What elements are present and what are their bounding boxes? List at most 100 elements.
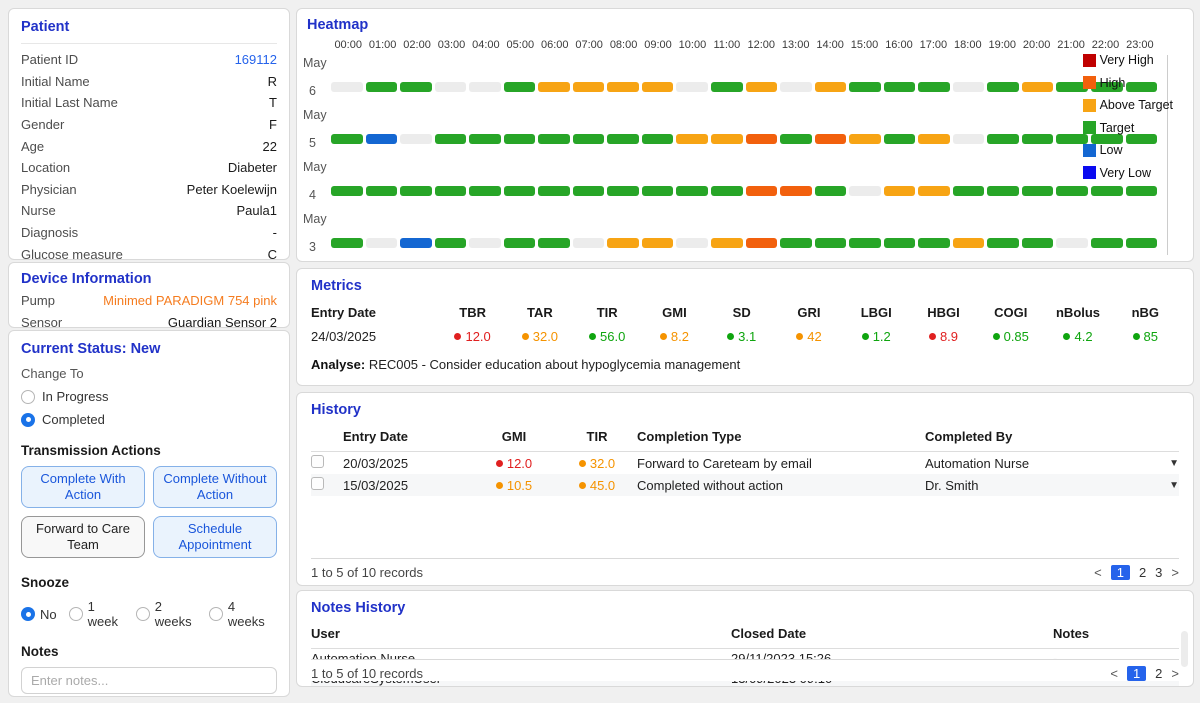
forward-to-care-team-button[interactable]: Forward to Care Team [21,516,145,558]
heatmap-hour-label: 02:00 [400,39,434,51]
heatmap-cell-none [953,82,985,92]
notes-history-next-page[interactable]: > [1171,666,1179,681]
patient-field-row: NursePaula1 [21,200,277,222]
heatmap-row-cells [331,238,1157,248]
patient-field-row: PhysicianPeter Koelewijn [21,179,277,201]
heatmap-cell-target [642,134,674,144]
heatmap-cell-target [987,186,1019,196]
history-row-gmi: 12.0 [471,456,557,471]
snooze-option-4-weeks[interactable]: 4 weeks [209,599,270,629]
status-option-in-progress[interactable]: In Progress [21,389,277,404]
schedule-appointment-button[interactable]: Schedule Appointment [153,516,277,558]
status-option-completed[interactable]: Completed [21,412,277,427]
status-option-radio-selected[interactable] [21,413,35,427]
patient-panel: Patient Patient ID169112Initial NameRIni… [8,8,290,260]
legend-item-high: High [1083,76,1173,90]
heatmap-cell-target [1056,186,1088,196]
patient-field-value[interactable]: 169112 [235,52,277,67]
heatmap-hour-label: 18:00 [951,39,985,51]
legend-item-target: Target [1083,121,1173,135]
notes-history-scrollbar[interactable] [1181,631,1188,667]
history-prev-page[interactable]: < [1094,565,1102,580]
snooze-option-radio[interactable] [69,607,83,621]
device-info-title: Device Information [21,271,277,287]
history-row-gmi: 10.5 [471,478,557,493]
metric-value-nbolus: 4.2 [1044,329,1111,344]
history-next-page[interactable]: > [1171,565,1179,580]
heatmap-cell-none [400,134,432,144]
history-page-2[interactable]: 2 [1139,565,1146,580]
legend-item-low: Low [1083,143,1173,157]
heatmap-hour-label: 16:00 [882,39,916,51]
heatmap-hour-label: 05:00 [503,39,537,51]
history-page-1[interactable]: 1 [1111,565,1130,580]
heatmap-cell-none [1056,238,1088,248]
metric-value-gmi: 8.2 [641,329,708,344]
history-row-expand-chevron-icon[interactable]: ▼ [1157,480,1179,491]
notes-history-prev-page[interactable]: < [1110,666,1118,681]
history-row-expand-chevron-icon[interactable]: ▼ [1157,458,1179,469]
heatmap-cell-target [780,238,812,248]
heatmap-cell-target [1126,238,1158,248]
heatmap-cell-target [884,238,916,248]
heatmap-rows: May6May5May4May3 [307,51,1183,259]
metric-value-tir: 56.0 [574,329,641,344]
notes-history-page-2[interactable]: 2 [1155,666,1162,681]
heatmap-hour-label: 19:00 [985,39,1019,51]
status-option-radio[interactable] [21,390,35,404]
patient-field-label: Age [21,139,44,154]
metric-value-text: 8.9 [940,329,958,344]
metrics-entry-date-value: 24/03/2025 [311,329,439,344]
heatmap-cell-target [815,238,847,248]
heatmap-cell-target [1091,238,1123,248]
history-record-count: 1 to 5 of 10 records [311,565,423,580]
snooze-option-1-week[interactable]: 1 week [69,599,124,629]
heatmap-cell-target [1126,186,1158,196]
heatmap-cell-target [400,82,432,92]
complete-without-action-button[interactable]: Complete Without Action [153,466,277,508]
notes-input[interactable] [21,667,277,694]
history-row-completion-type: Completed without action [637,478,925,493]
metrics-header-gmi: GMI [641,305,708,320]
history-row-entry-date: 20/03/2025 [343,456,471,471]
heatmap-time-axis: 00:0001:0002:0003:0004:0005:0006:0007:00… [331,39,1157,51]
history-row-checkbox[interactable] [311,455,324,468]
metric-status-dot [496,482,503,489]
heatmap-cell-none [780,82,812,92]
patient-field-value: Diabeter [228,160,277,175]
heatmap-cell-target [435,238,467,248]
heatmap-hour-label: 03:00 [434,39,468,51]
metric-status-dot [454,333,461,340]
snooze-option-no[interactable]: No [21,607,57,622]
metric-value-sd: 3.1 [708,329,775,344]
heatmap-cell-target [1022,238,1054,248]
complete-with-action-button[interactable]: Complete With Action [21,466,145,508]
metric-value-text: 42 [807,329,821,344]
heatmap-cell-target [987,82,1019,92]
snooze-option-radio[interactable] [136,607,150,621]
history-page-3[interactable]: 3 [1155,565,1162,580]
notes-history-page-1[interactable]: 1 [1127,666,1146,681]
patient-field-label: Diagnosis [21,225,78,240]
history-row-checkbox[interactable] [311,477,324,490]
metrics-header-nbolus: nBolus [1044,305,1111,320]
snooze-option-2-weeks[interactable]: 2 weeks [136,599,197,629]
metric-value-gri: 42 [775,329,842,344]
patient-field-label: Initial Name [21,74,90,89]
heatmap-cell-none [469,82,501,92]
heatmap-cell-target [400,186,432,196]
metric-value-nbg: 85 [1112,329,1179,344]
snooze-option-radio[interactable] [209,607,223,621]
metric-status-dot [496,460,503,467]
metrics-header-nbg: nBG [1112,305,1179,320]
heatmap-cell-target [607,134,639,144]
metric-value-hbgi: 8.9 [910,329,977,344]
metrics-header-sd: SD [708,305,775,320]
heatmap-hour-label: 08:00 [606,39,640,51]
legend-item-very_high: Very High [1083,53,1173,67]
legend-swatch-very_high [1083,54,1096,67]
snooze-option-radio-selected[interactable] [21,607,35,621]
history-header-row: Entry Date GMI TIR Completion Type Compl… [311,429,1179,452]
heatmap-cell-above_target [884,186,916,196]
metrics-header-tar: TAR [506,305,573,320]
